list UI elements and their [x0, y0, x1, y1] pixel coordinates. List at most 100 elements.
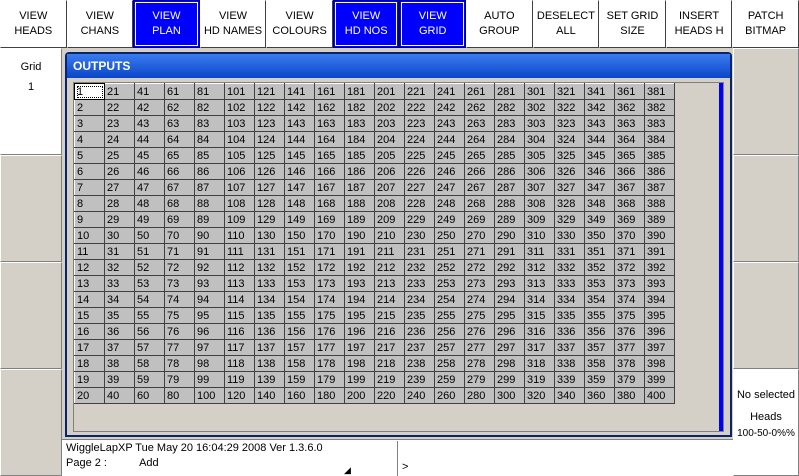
channel-cell[interactable]: 374 [614, 291, 645, 308]
channel-cell[interactable]: 100 [194, 387, 225, 404]
channel-cell[interactable]: 39 [104, 371, 135, 388]
channel-cell[interactable]: 82 [194, 99, 225, 116]
channel-cell[interactable]: 383 [644, 115, 675, 132]
channel-cell[interactable]: 89 [194, 211, 225, 228]
toolbar-button-5[interactable]: VIEW HD NOS [332, 0, 400, 48]
channel-cell[interactable]: 177 [314, 339, 345, 356]
right-slot-1[interactable] [733, 48, 799, 155]
channel-cell[interactable]: 356 [584, 323, 615, 340]
channel-cell[interactable]: 344 [584, 131, 615, 148]
channel-cell[interactable]: 199 [344, 371, 375, 388]
channel-cell[interactable]: 205 [374, 147, 405, 164]
channel-cell[interactable]: 400 [644, 387, 675, 404]
channel-cell[interactable]: 176 [314, 323, 345, 340]
channel-cell[interactable]: 378 [614, 355, 645, 372]
channel-cell[interactable]: 333 [554, 275, 585, 292]
channel-cell[interactable]: 3 [74, 115, 105, 132]
channel-cell[interactable]: 195 [344, 307, 375, 324]
channel-cell[interactable]: 186 [344, 163, 375, 180]
channel-cell[interactable]: 327 [554, 179, 585, 196]
channel-cell[interactable]: 77 [164, 339, 195, 356]
channel-cell[interactable]: 93 [194, 275, 225, 292]
channel-cell[interactable]: 120 [224, 387, 255, 404]
channel-cell[interactable]: 341 [584, 83, 615, 100]
channel-cell[interactable]: 61 [164, 83, 195, 100]
channel-cell[interactable]: 153 [284, 275, 315, 292]
channel-cell[interactable]: 326 [554, 163, 585, 180]
channel-cell[interactable]: 103 [224, 115, 255, 132]
channel-cell[interactable]: 115 [224, 307, 255, 324]
channel-cell[interactable]: 259 [434, 371, 465, 388]
channel-cell[interactable]: 198 [344, 355, 375, 372]
channel-cell[interactable]: 159 [284, 371, 315, 388]
channel-cell[interactable]: 14 [74, 291, 105, 308]
channel-cell[interactable]: 121 [254, 83, 285, 100]
channel-cell[interactable]: 94 [194, 291, 225, 308]
channel-cell[interactable]: 382 [644, 99, 675, 116]
channel-cell[interactable]: 393 [644, 275, 675, 292]
channel-cell[interactable]: 201 [374, 83, 405, 100]
channel-cell[interactable]: 310 [524, 227, 555, 244]
channel-cell[interactable]: 37 [104, 339, 135, 356]
channel-cell[interactable]: 20 [74, 387, 105, 404]
channel-cell[interactable]: 21 [104, 83, 135, 100]
channel-cell[interactable]: 273 [464, 275, 495, 292]
channel-cell[interactable]: 111 [224, 243, 255, 260]
toolbar-button-3[interactable]: VIEW HD NAMES [199, 0, 267, 48]
channel-cell[interactable]: 354 [584, 291, 615, 308]
channel-cell[interactable]: 276 [464, 323, 495, 340]
channel-cell[interactable]: 75 [164, 307, 195, 324]
channel-cell[interactable]: 246 [434, 163, 465, 180]
channel-cell[interactable]: 236 [404, 323, 435, 340]
channel-cell[interactable]: 210 [374, 227, 405, 244]
channel-cell[interactable]: 185 [344, 147, 375, 164]
channel-cell[interactable]: 300 [494, 387, 525, 404]
channel-cell[interactable]: 366 [614, 163, 645, 180]
channel-cell[interactable]: 369 [614, 211, 645, 228]
channel-cell[interactable]: 116 [224, 323, 255, 340]
channel-cell[interactable]: 324 [554, 131, 585, 148]
channel-cell[interactable]: 203 [374, 115, 405, 132]
channel-cell[interactable]: 119 [224, 371, 255, 388]
channel-cell[interactable]: 90 [194, 227, 225, 244]
vertical-scrollbar[interactable] [719, 83, 723, 431]
channel-cell[interactable]: 134 [254, 291, 285, 308]
channel-cell[interactable]: 68 [164, 195, 195, 212]
channel-cell[interactable]: 184 [344, 131, 375, 148]
channel-cell[interactable]: 266 [464, 163, 495, 180]
channel-cell[interactable]: 373 [614, 275, 645, 292]
channel-cell[interactable]: 160 [284, 387, 315, 404]
channel-cell[interactable]: 384 [644, 131, 675, 148]
channel-cell[interactable]: 314 [524, 291, 555, 308]
channel-cell[interactable]: 224 [404, 131, 435, 148]
channel-cell[interactable]: 237 [404, 339, 435, 356]
channel-cell[interactable]: 280 [464, 387, 495, 404]
channel-cell[interactable]: 204 [374, 131, 405, 148]
channel-cell[interactable]: 50 [134, 227, 165, 244]
channel-cell[interactable]: 170 [314, 227, 345, 244]
channel-cell[interactable]: 183 [344, 115, 375, 132]
channel-cell[interactable]: 128 [254, 195, 285, 212]
channel-cell[interactable]: 252 [434, 259, 465, 276]
channel-cell[interactable]: 392 [644, 259, 675, 276]
channel-cell[interactable]: 65 [164, 147, 195, 164]
channel-cell[interactable]: 284 [494, 131, 525, 148]
side-slot-2[interactable] [0, 155, 62, 262]
channel-cell[interactable]: 146 [284, 163, 315, 180]
channel-cell[interactable]: 217 [374, 339, 405, 356]
channel-cell[interactable]: 321 [554, 83, 585, 100]
channel-cell[interactable]: 239 [404, 371, 435, 388]
channel-cell[interactable]: 88 [194, 195, 225, 212]
channel-cell[interactable]: 32 [104, 259, 135, 276]
channel-cell[interactable]: 222 [404, 99, 435, 116]
channel-cell[interactable]: 95 [194, 307, 225, 324]
channel-cell[interactable]: 340 [554, 387, 585, 404]
channel-cell[interactable]: 248 [434, 195, 465, 212]
channel-cell[interactable]: 155 [284, 307, 315, 324]
channel-cell[interactable]: 379 [614, 371, 645, 388]
channel-cell[interactable]: 389 [644, 211, 675, 228]
channel-cell[interactable]: 78 [164, 355, 195, 372]
channel-cell[interactable]: 36 [104, 323, 135, 340]
channel-cell[interactable]: 5 [74, 147, 105, 164]
channel-cell[interactable]: 66 [164, 163, 195, 180]
